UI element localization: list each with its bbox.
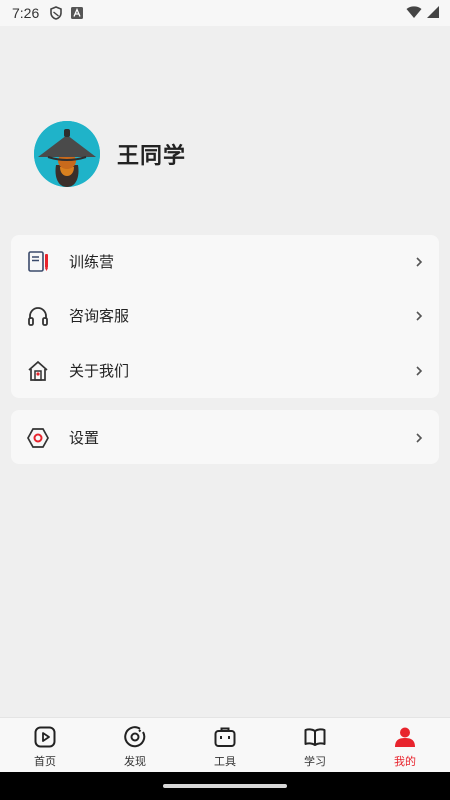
hexagon-settings-icon bbox=[25, 425, 51, 451]
notebook-icon bbox=[25, 249, 51, 275]
tab-label: 学习 bbox=[304, 756, 326, 768]
status-time: 7:26 bbox=[12, 5, 40, 21]
menu-item-label: 设置 bbox=[69, 430, 100, 447]
tab-label: 首页 bbox=[34, 756, 56, 768]
tab-discover[interactable]: 发现 bbox=[90, 718, 180, 773]
menu-item-label: 咨询客服 bbox=[69, 308, 130, 325]
menu-item-label: 训练营 bbox=[69, 254, 115, 271]
status-bar: 7:26 bbox=[0, 0, 450, 26]
profile-name: 王同学 bbox=[117, 143, 187, 168]
bottom-tab-bar: 首页 发现 工具 学习 我的 bbox=[0, 717, 450, 773]
status-right-group bbox=[406, 5, 440, 22]
wifi-icon bbox=[406, 5, 422, 22]
tab-label: 工具 bbox=[214, 756, 236, 768]
shield-icon bbox=[49, 6, 63, 20]
headphones-icon bbox=[25, 303, 51, 329]
profile-header[interactable]: 王同学 bbox=[34, 121, 186, 187]
compass-icon bbox=[122, 724, 148, 750]
app-notification-icon bbox=[71, 7, 84, 19]
menu-item-about-us[interactable]: 关于我们 bbox=[11, 343, 439, 398]
chevron-right-icon bbox=[415, 256, 423, 268]
book-icon bbox=[302, 724, 328, 750]
play-icon bbox=[32, 724, 58, 750]
user-icon bbox=[392, 724, 418, 750]
avatar[interactable] bbox=[34, 121, 100, 187]
tab-label: 我的 bbox=[394, 756, 416, 768]
menu-item-training-camp[interactable]: 训练营 bbox=[11, 235, 439, 288]
menu-card: 训练营 咨询客服 关于我们 bbox=[11, 235, 439, 398]
tab-tools[interactable]: 工具 bbox=[180, 718, 270, 773]
building-icon bbox=[25, 358, 51, 384]
chevron-right-icon bbox=[415, 432, 423, 444]
signal-icon bbox=[426, 5, 440, 22]
toolbox-icon bbox=[212, 724, 238, 750]
chevron-right-icon bbox=[415, 365, 423, 377]
tab-mine[interactable]: 我的 bbox=[360, 718, 450, 773]
menu-item-settings[interactable]: 设置 bbox=[11, 410, 439, 465]
menu-item-customer-service[interactable]: 咨询客服 bbox=[11, 288, 439, 343]
tab-home[interactable]: 首页 bbox=[0, 718, 90, 773]
settings-card: 设置 bbox=[11, 410, 439, 464]
tab-learning[interactable]: 学习 bbox=[270, 718, 360, 773]
menu-item-label: 关于我们 bbox=[69, 363, 130, 380]
home-indicator[interactable] bbox=[163, 784, 287, 788]
chevron-right-icon bbox=[415, 310, 423, 322]
system-nav-bar bbox=[0, 772, 450, 800]
tab-label: 发现 bbox=[124, 756, 146, 768]
